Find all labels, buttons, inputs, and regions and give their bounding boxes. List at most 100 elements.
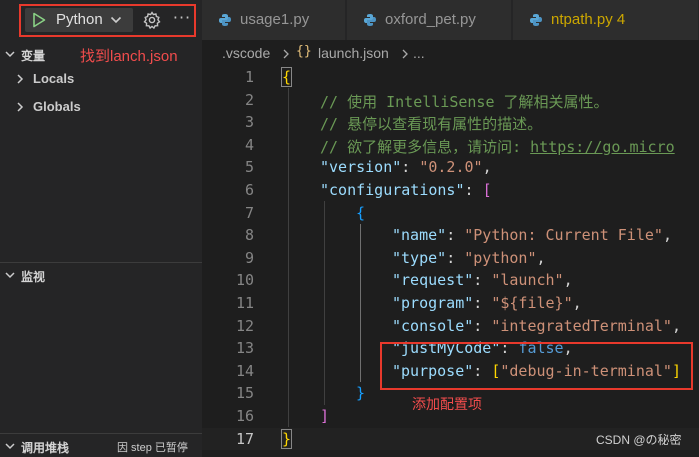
json-file-icon: {} [296,44,312,59]
chevron-right-icon [17,102,24,112]
chevron-down-icon [5,272,15,279]
tab-label: oxford_pet.py [385,11,476,28]
line-number: 3 [244,113,254,132]
code-comment: // 欲了解更多信息，请访问: https://go.micro [320,136,675,157]
json-key: "configurations" [320,181,465,199]
code-line: 12 "console": "integratedTerminal", [202,315,699,338]
code-line: 11 "program": "${file}", [202,292,699,315]
line-number: 14 [235,361,254,380]
json-key: "console" [392,316,474,335]
code-text: } [280,428,293,449]
tab-ntpath[interactable]: ntpath.py 4 [513,0,699,40]
annotation-box-added-config [380,342,693,390]
tab-label: usage1.py [240,11,310,28]
json-key: "name" [392,226,447,245]
line-number: 17 [235,429,254,448]
breadcrumb-symbol[interactable]: ... [413,45,425,61]
watermark: CSDN @の秘密 [596,433,682,447]
chevron-down-icon [5,443,15,450]
chevron-right-icon [402,49,408,59]
code-line: 4 // 欲了解更多信息，请访问: https://go.micro [202,134,699,157]
code-text: "configurations": [ [320,181,492,199]
code-text: "request": "launch", [392,271,573,290]
code-text: { [356,203,366,222]
json-key: "program" [392,294,474,312]
annotation-box-run-toolbar [19,4,196,37]
line-number: 5 [244,158,254,177]
python-file-icon [530,14,542,26]
chevron-right-icon [17,74,24,84]
json-bracket: [ [482,181,492,199]
code-line: 3 // 悬停以查看现有属性的描述。 [202,111,699,134]
tree-item-label: Locals [33,71,75,86]
breadcrumb-file[interactable]: launch.json [318,45,389,61]
line-number: 4 [244,135,254,154]
python-file-icon [219,14,231,26]
line-number: 13 [235,339,254,358]
tab-oxford-pet[interactable]: oxford_pet.py [347,0,512,40]
json-key: "version" [320,158,402,177]
code-editor[interactable]: 1 { 2 // 使用 IntelliSense 了解相关属性。 3 // 悬停… [202,66,699,457]
line-number: 8 [244,226,254,245]
code-text: "console": "integratedTerminal", [392,316,681,335]
watch-section-header[interactable]: 监视 [0,264,202,286]
code-line: 1 { [202,66,699,89]
line-number: 11 [235,294,254,312]
line-number: 12 [235,316,254,335]
variables-title: 变量 [21,49,46,63]
line-number: 9 [244,248,254,267]
code-text: "version": "0.2.0", [320,158,492,177]
code-text: "program": "${file}", [392,294,582,312]
breadcrumb: .vscode {} launch.json ... [202,40,699,66]
breadcrumb-folder[interactable]: .vscode [222,45,270,61]
json-value: "Python: Current File" [464,226,663,245]
python-file-icon [364,14,376,26]
code-text: "type": "python", [392,248,546,267]
line-number: 7 [244,203,254,222]
code-text: { [280,67,293,87]
code-comment: // 悬停以查看现有属性的描述。 [320,115,543,134]
watch-title: 监视 [21,270,46,284]
doc-link[interactable]: https://go.micro [530,138,675,156]
code-line: 9 "type": "python", [202,247,699,270]
tree-item-label: Globals [33,99,81,114]
tab-label: ntpath.py 4 [551,11,626,28]
code-text: ] [320,407,330,425]
code-comment: // 使用 IntelliSense 了解相关属性。 [320,92,609,111]
annotation-find-launch-json: 找到lanch.json [80,48,178,65]
tree-item-locals[interactable]: Locals [0,68,202,90]
chevron-down-icon [5,51,15,58]
code-line: 7 { [202,202,699,225]
line-number: 15 [235,384,254,403]
section-divider [0,433,202,434]
code-line: 5 "version": "0.2.0", [202,156,699,179]
json-value: "python" [464,248,537,267]
json-value: "${file}" [491,294,573,312]
chevron-right-icon [283,49,289,59]
code-text: } [356,384,366,403]
code-line: 8 "name": "Python: Current File", [202,224,699,247]
paused-status: 因 step 已暂停 [117,442,188,454]
line-number: 2 [244,90,254,109]
json-value: "integratedTerminal" [491,316,672,335]
callstack-title: 调用堆栈 [21,441,70,455]
code-line: 10 "request": "launch", [202,269,699,292]
line-number: 6 [244,181,254,199]
json-value: "launch" [491,271,564,290]
code-line: 6 "configurations": [ [202,179,699,202]
line-number: 16 [235,407,254,425]
json-value: "0.2.0" [419,158,483,177]
comment-text: // 欲了解更多信息，请访问: [320,137,531,156]
code-line: 2 // 使用 IntelliSense 了解相关属性。 [202,89,699,112]
json-key: "type" [392,248,447,267]
code-text: "name": "Python: Current File", [392,226,672,245]
tree-item-globals[interactable]: Globals [0,96,202,118]
section-divider [0,262,202,263]
annotation-add-config: 添加配置项 [412,396,482,412]
debug-sidebar: Python ··· 变量 找到lanch.json Locals Global… [0,0,202,457]
line-number: 1 [244,68,254,86]
tab-usage1[interactable]: usage1.py [202,0,346,40]
editor-tab-bar: usage1.py oxford_pet.py ntpath.py 4 [202,0,699,40]
line-number: 10 [235,271,254,290]
json-key: "request" [392,271,474,290]
